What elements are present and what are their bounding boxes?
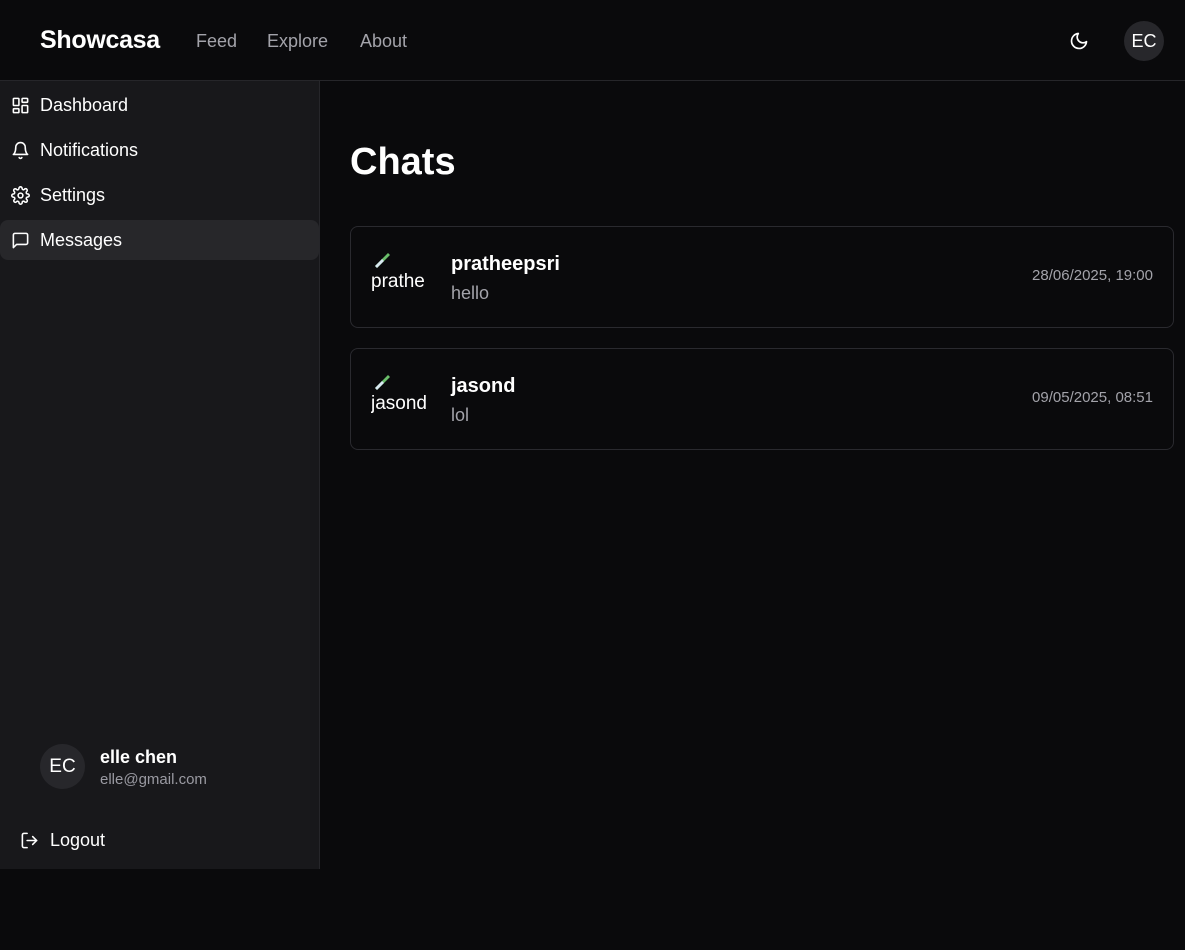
sidebar-item-label: Settings [40, 184, 106, 205]
theme-toggle-button[interactable] [1066, 28, 1092, 54]
message-icon [10, 230, 30, 250]
bell-icon [10, 140, 30, 160]
avatar-alt-text: prathe [371, 271, 425, 292]
broken-image-icon [375, 375, 390, 390]
user-avatar-button[interactable]: EC [1124, 21, 1164, 61]
user-name: elle chen [100, 747, 178, 767]
chat-username: pratheepsri [451, 253, 560, 275]
page-title: Chats [350, 141, 456, 183]
sidebar-item-dashboard[interactable]: Dashboard [0, 85, 319, 125]
chat-message-preview: lol [451, 405, 470, 425]
sidebar: Dashboard Notifications Settings Message… [0, 81, 320, 869]
user-email: elle@gmail.com [100, 771, 207, 788]
sidebar-item-notifications[interactable]: Notifications [0, 130, 319, 170]
moon-icon [1070, 32, 1088, 50]
broken-image-icon [375, 253, 390, 268]
sidebar-item-settings[interactable]: Settings [0, 175, 319, 215]
logout-button[interactable]: Logout [20, 826, 105, 854]
chat-timestamp: 09/05/2025, 08:51 [1032, 389, 1153, 406]
chat-list-item[interactable]: jasond jasond lol 09/05/2025, 08:51 [350, 348, 1174, 450]
nav-feed-link[interactable]: Feed [196, 31, 237, 52]
brand-logo[interactable]: Showcasa [40, 26, 160, 55]
top-navbar: Showcasa Feed Explore About EC [0, 0, 1185, 81]
chat-avatar-image: prathe [371, 251, 431, 295]
chat-avatar-image: jasond [371, 373, 431, 417]
logout-icon [20, 830, 40, 850]
sidebar-item-label: Messages [40, 229, 123, 250]
dashboard-icon [10, 95, 30, 115]
nav-explore-link[interactable]: Explore [267, 31, 328, 52]
chat-message-preview: hello [451, 283, 490, 303]
avatar-alt-text: jasond [371, 393, 427, 414]
chat-username: jasond [451, 375, 516, 397]
avatar: EC [40, 744, 85, 789]
logout-label: Logout [50, 829, 106, 850]
gear-icon [10, 185, 30, 205]
sidebar-item-label: Notifications [40, 139, 139, 160]
sidebar-item-label: Dashboard [40, 94, 129, 115]
chat-list-item[interactable]: prathe pratheepsri hello 28/06/2025, 19:… [350, 226, 1174, 328]
nav-about-link[interactable]: About [360, 31, 407, 52]
chat-timestamp: 28/06/2025, 19:00 [1032, 267, 1153, 284]
user-profile-card: EC elle chen elle@gmail.com [40, 743, 300, 789]
sidebar-item-messages[interactable]: Messages [0, 220, 319, 260]
